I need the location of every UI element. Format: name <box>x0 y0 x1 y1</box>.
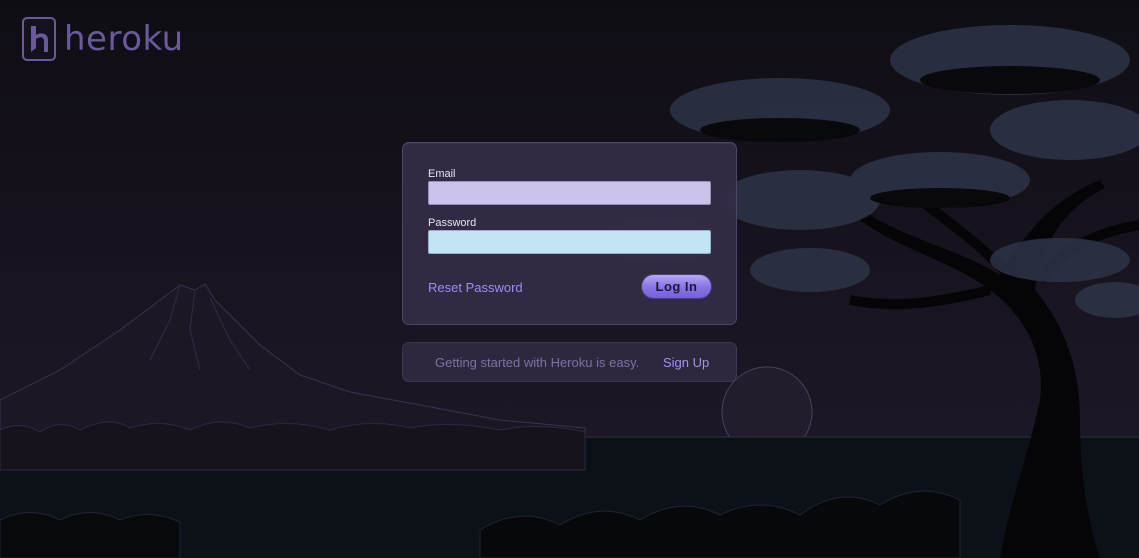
shoreline <box>0 421 586 471</box>
email-label: Email <box>428 168 456 180</box>
password-label: Password <box>428 217 477 229</box>
email-field[interactable] <box>428 181 711 205</box>
heroku-logo[interactable]: heroku <box>22 17 184 61</box>
password-field[interactable] <box>428 230 711 254</box>
heroku-logo-icon <box>22 17 56 61</box>
login-panel: Email Password Reset Password Log In <box>402 142 737 325</box>
signup-prompt: Getting started with Heroku is easy. <box>435 355 640 370</box>
login-button[interactable]: Log In <box>641 274 712 299</box>
brand-name: heroku <box>64 19 184 59</box>
signup-link[interactable]: Sign Up <box>663 355 709 370</box>
signup-panel: Getting started with Heroku is easy. Sig… <box>402 342 737 382</box>
reset-password-link[interactable]: Reset Password <box>428 280 523 295</box>
